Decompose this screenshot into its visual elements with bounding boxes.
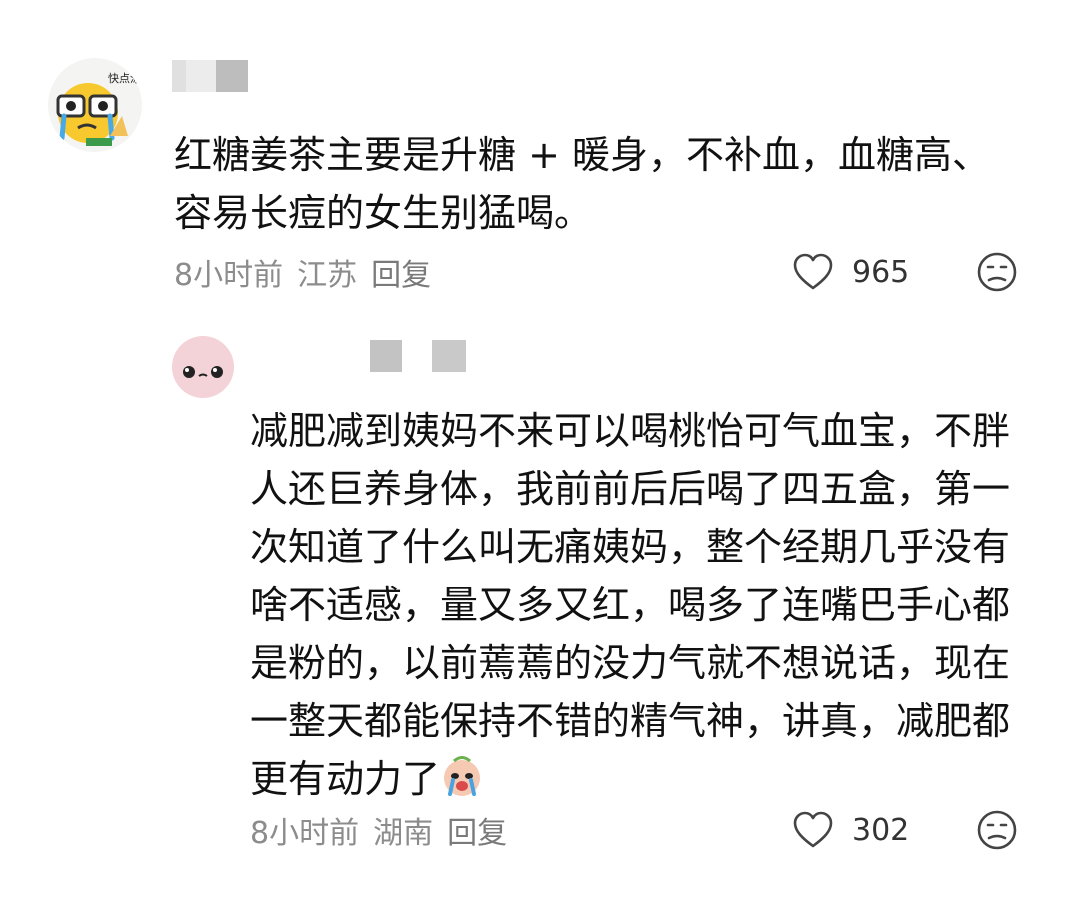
comment-time: 8小时前 — [250, 816, 360, 851]
comment-2: 减肥减到姨妈不来可以喝桃怡可气血宝，不胖人还巨养身体，我前前后后喝了四五盒，第一… — [0, 320, 1080, 899]
comment-time: 8小时前 — [174, 258, 284, 293]
comment-actions: 302 — [792, 810, 1018, 850]
username-blur-block — [370, 340, 402, 372]
like-count: 965 — [852, 254, 910, 290]
like-button[interactable]: 302 — [792, 810, 924, 850]
pink-blob-avatar-icon — [172, 336, 234, 398]
unhappy-face-icon[interactable] — [976, 251, 1018, 293]
reply-button[interactable]: 回复 — [371, 250, 431, 294]
username-blur-block — [172, 60, 186, 92]
comment-meta: 8小时前 江苏 回复 — [174, 250, 445, 294]
heart-outline-icon — [793, 253, 833, 290]
comment-text: 减肥减到姨妈不来可以喝桃怡可气血宝，不胖人还巨养身体，我前前后后喝了四五盒，第一… — [250, 402, 1020, 808]
comment-location: 江苏 — [297, 258, 358, 293]
comment-actions: 965 — [792, 252, 1018, 292]
comment-text-body: 减肥减到姨妈不来可以喝桃怡可气血宝，不胖人还巨养身体，我前前后后喝了四五盒，第一… — [250, 409, 1011, 801]
comment-1: 快点涂 红糖姜茶主要是升糖 + 暖身，不补血，血糖高、容易长痘的女生别猛喝。 8… — [0, 0, 1080, 320]
username-blur-block — [216, 60, 248, 92]
username-blur-block — [432, 340, 466, 372]
unhappy-face-icon[interactable] — [976, 809, 1018, 851]
username-redacted[interactable] — [370, 340, 470, 372]
comment-meta: 8小时前 湖南 回复 — [250, 808, 521, 852]
avatar[interactable]: 快点涂 — [48, 58, 142, 152]
crying-emoji-avatar-icon: 快点涂 — [56, 71, 141, 146]
like-count: 302 — [852, 812, 910, 848]
reply-button[interactable]: 回复 — [447, 808, 507, 852]
crying-face-emoji-icon — [440, 754, 484, 798]
avatar-text: 快点涂 — [108, 71, 141, 85]
username-blur-block — [186, 60, 216, 92]
comment-location: 湖南 — [373, 816, 434, 851]
like-button[interactable]: 965 — [792, 252, 924, 292]
comment-text: 红糖姜茶主要是升糖 + 暖身，不补血，血糖高、容易长痘的女生别猛喝。 — [174, 133, 991, 235]
avatar[interactable] — [172, 336, 234, 398]
username-redacted[interactable] — [172, 60, 252, 92]
heart-outline-icon — [793, 811, 833, 848]
